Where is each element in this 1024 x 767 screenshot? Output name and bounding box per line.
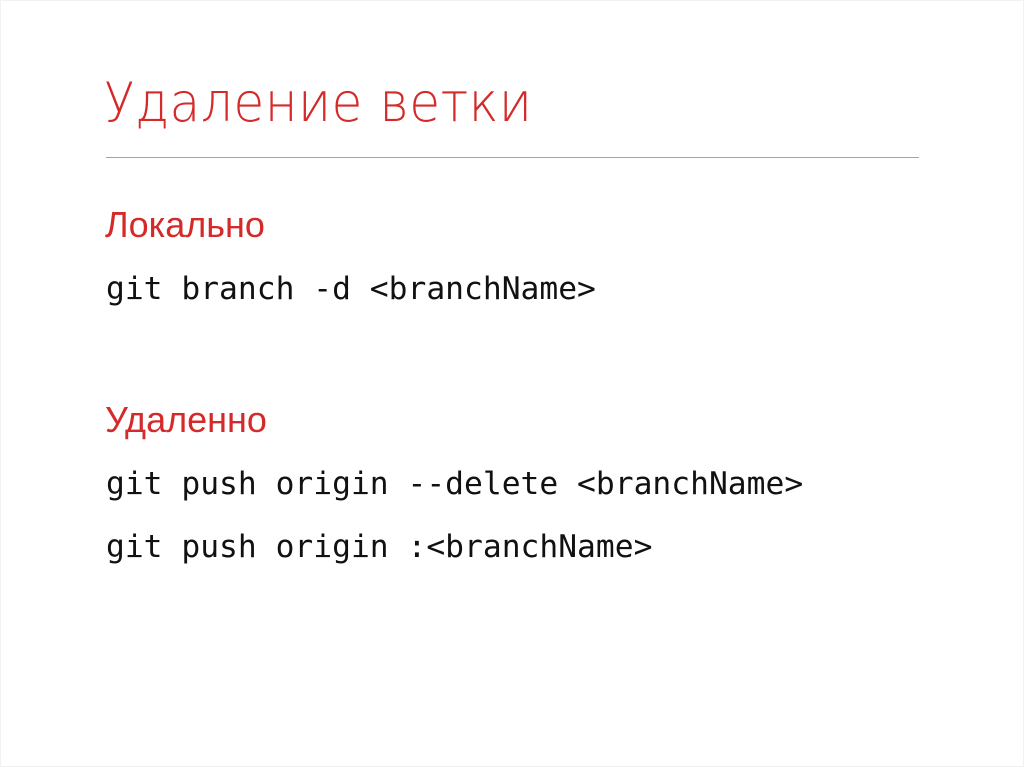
code-line-delete-remote: git push origin --delete <branchName> — [106, 466, 804, 502]
slide-title: Удаление ветки — [104, 71, 533, 134]
code-line-delete-remote-alt: git push origin :<branchName> — [106, 529, 653, 565]
section-heading-remote: Удаленно — [105, 399, 267, 440]
code-line-delete-local: git branch -d <branchName> — [106, 271, 596, 307]
section-heading-local: Локально — [105, 204, 265, 245]
title-divider — [106, 157, 919, 158]
slide: Удаление ветки Локально git branch -d <b… — [0, 0, 1024, 767]
